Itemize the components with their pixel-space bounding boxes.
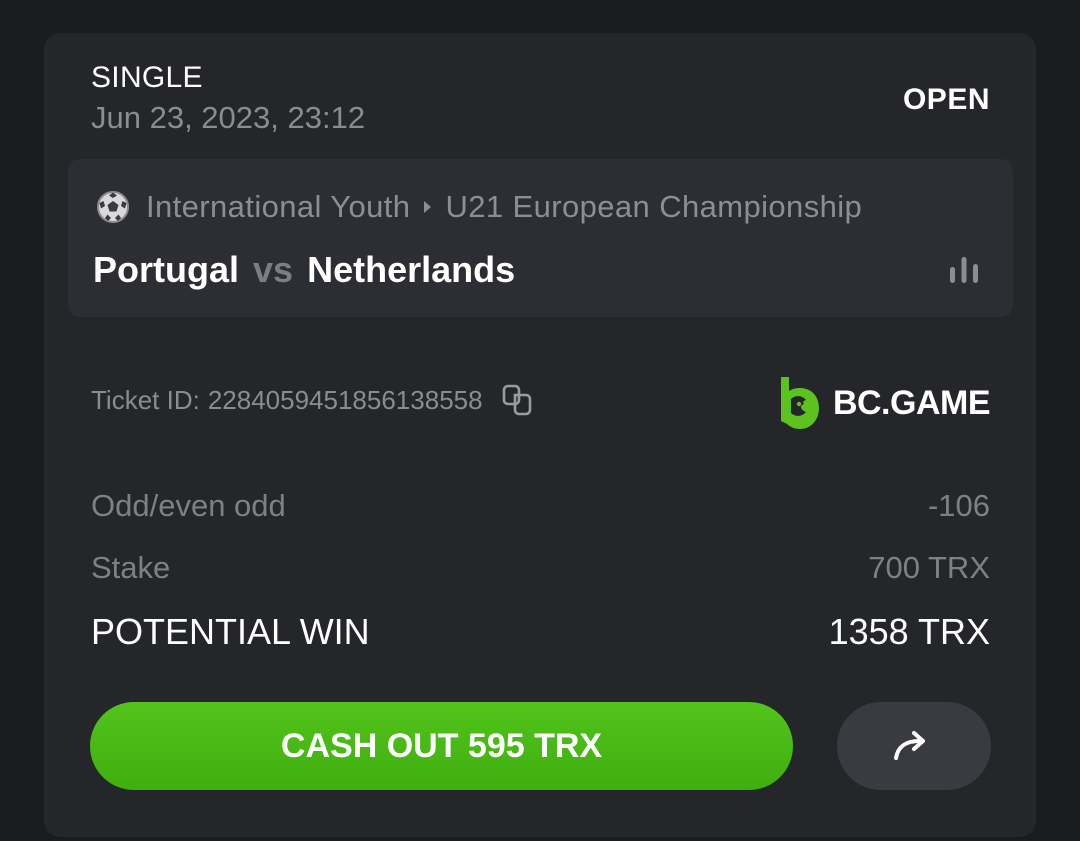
potential-win-row: POTENTIAL WIN 1358 TRX — [91, 611, 990, 653]
ticket-id-value: 228405945185613​8558 — [207, 384, 483, 415]
copy-icon[interactable] — [501, 383, 533, 417]
ticket-id-label: Ticket ID: — [91, 384, 200, 415]
share-arrow-icon — [894, 731, 925, 760]
stake-row: Stake 700 TRX — [91, 550, 990, 586]
bar-chart-icon[interactable] — [947, 255, 981, 285]
text-fade-overlay — [919, 185, 989, 229]
vs-separator: vs — [253, 249, 294, 290]
home-team: Portugal — [93, 249, 240, 290]
share-button[interactable] — [837, 702, 991, 790]
stake-label: Stake — [91, 550, 171, 585]
odds-value: -106 — [927, 488, 990, 523]
bet-date: Jun 23, 2023, 23:12 — [91, 100, 366, 135]
soccer-ball-icon — [97, 191, 129, 223]
bet-card: SINGLE Jun 23, 2023, 23:12 OPEN Internat… — [44, 33, 1036, 837]
bet-type: SINGLE — [91, 61, 203, 94]
bc-game-logo-icon — [780, 377, 819, 429]
market-row: Odd/even odd -106 — [91, 488, 990, 524]
cash-out-button[interactable]: CASH OUT 595 TRX — [90, 702, 793, 790]
event-box[interactable]: International Youth U21 European Champio… — [68, 159, 1013, 317]
breadcrumb-chevron-icon — [424, 201, 432, 213]
stake-value: 700 TRX — [868, 550, 990, 585]
potential-win-value: 1358 TRX — [828, 611, 990, 652]
brand-name: BC.GAME — [832, 383, 991, 422]
brand-logo: BC.GAME — [777, 375, 991, 431]
breadcrumb-category[interactable]: International Youth — [146, 189, 410, 225]
breadcrumb-league[interactable]: U21 European Championship — [445, 189, 862, 225]
bet-status-badge: OPEN — [902, 83, 990, 116]
ticket-id-row: Ticket ID: 228405945185613​8558 — [91, 383, 533, 417]
away-team: Netherlands — [307, 249, 516, 290]
potential-win-label: POTENTIAL WIN — [91, 611, 370, 652]
breadcrumb: International Youth U21 European Champio… — [96, 185, 989, 229]
market-label: Odd/even odd — [91, 488, 286, 523]
event-title[interactable]: Portugal vs Netherlands — [93, 249, 515, 291]
